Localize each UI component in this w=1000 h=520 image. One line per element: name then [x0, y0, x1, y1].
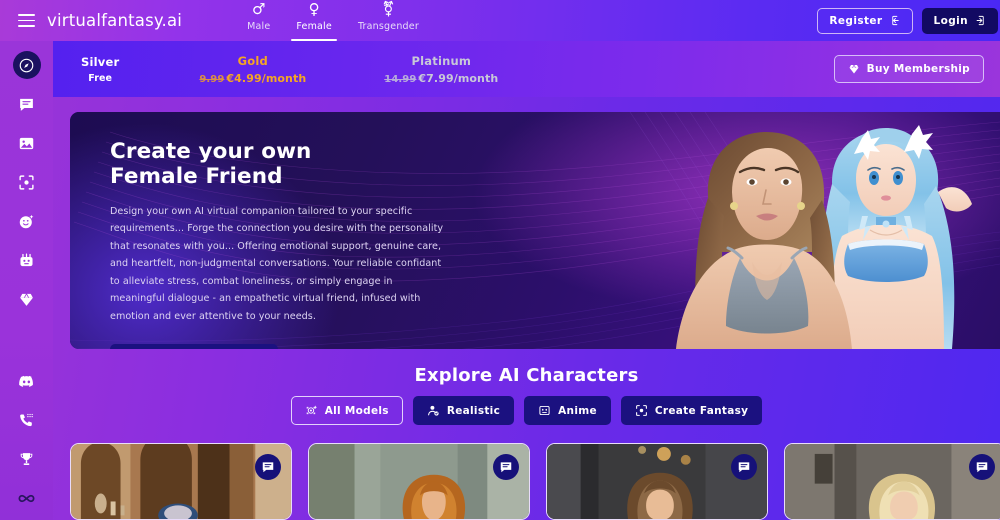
- compass-icon: [19, 58, 34, 72]
- gender-tab-female[interactable]: ♀ Female: [283, 0, 345, 41]
- pricing-tier-silver[interactable]: Silver Free: [81, 55, 119, 84]
- sidebar-item-emotions[interactable]: [13, 207, 41, 235]
- filter-anime[interactable]: Anime: [524, 396, 611, 425]
- filter-realistic[interactable]: Realistic: [412, 396, 515, 425]
- diamond-icon: [20, 292, 33, 306]
- header-actions: Register Login: [817, 7, 1000, 34]
- tier-name: Platinum: [411, 53, 472, 68]
- tier-new-price: €7.99/month: [418, 71, 499, 85]
- character-card-1[interactable]: [70, 443, 292, 520]
- sidebar-item-phone[interactable]: [13, 406, 41, 434]
- sidebar-item-infinity[interactable]: [13, 484, 41, 512]
- card-image: [71, 444, 291, 519]
- filter-label: All Models: [324, 404, 389, 417]
- scan-focus-icon: [19, 174, 34, 190]
- register-label: Register: [829, 14, 883, 27]
- character-card-3[interactable]: [546, 443, 768, 520]
- chat-bubble-icon: [262, 462, 274, 473]
- top-header: virtualfantasy.ai ♂ Male ♀ Female ⚧ Tran…: [0, 0, 1000, 41]
- sidebar-item-chat[interactable]: [13, 90, 41, 118]
- pricing-tier-gold[interactable]: Gold 9.99 €4.99/month: [199, 54, 306, 85]
- hero-character-images: [676, 125, 972, 349]
- gender-tab-male[interactable]: ♂ Male: [234, 0, 283, 41]
- card-image: [547, 444, 767, 519]
- gender-tab-label: Male: [247, 21, 271, 32]
- card-chat-button[interactable]: [255, 454, 281, 480]
- start-fantasy-button[interactable]: Start Your Fantasy: [110, 344, 279, 349]
- image-icon: [19, 137, 34, 149]
- tier-old-price: 14.99: [384, 73, 417, 85]
- phone-keypad-icon: [20, 413, 33, 426]
- brand-logo[interactable]: virtualfantasy.ai: [47, 11, 182, 30]
- pricing-tier-platinum[interactable]: Platinum 14.99 €7.99/month: [384, 54, 498, 85]
- infinity-icon: [18, 494, 35, 502]
- tier-price: Free: [88, 72, 113, 84]
- sidebar-item-premium[interactable]: [13, 285, 41, 313]
- focus-target-icon: [635, 405, 647, 416]
- anime-face-icon: [539, 405, 550, 416]
- person-check-icon: [427, 405, 439, 416]
- card-chat-button[interactable]: [493, 454, 519, 480]
- login-arrow-icon: [976, 15, 984, 26]
- card-chat-button[interactable]: [731, 454, 757, 480]
- filter-all-models[interactable]: All Models: [290, 396, 403, 425]
- tier-price: 9.99 €4.99/month: [199, 72, 306, 85]
- sidebar-item-rewards[interactable]: [13, 445, 41, 473]
- hamburger-menu-icon[interactable]: [0, 0, 53, 41]
- card-image: [309, 444, 529, 519]
- pricing-bar: Silver Free Gold 9.99 €4.99/month Platinu…: [53, 41, 1000, 97]
- explore-title: Explore AI Characters: [414, 365, 639, 386]
- hero-description: Design your own AI virtual companion tai…: [110, 205, 444, 322]
- transgender-symbol-icon: ⚧: [382, 0, 395, 18]
- female-symbol-icon: ♀: [308, 0, 320, 18]
- chat-bubble-icon: [20, 98, 33, 111]
- trophy-icon: [20, 452, 33, 465]
- login-label: Login: [933, 14, 968, 27]
- tier-old-price: 9.99: [199, 73, 225, 85]
- register-button[interactable]: Register: [817, 7, 913, 34]
- tier-new-price: €4.99/month: [226, 71, 307, 85]
- tier-name: Gold: [237, 53, 268, 68]
- sidebar-item-generate[interactable]: [13, 168, 41, 196]
- filter-label: Create Fantasy: [654, 404, 749, 417]
- chat-bubble-icon: [500, 462, 512, 473]
- sidebar-item-discord[interactable]: [13, 367, 41, 395]
- realistic-character: [676, 132, 852, 349]
- sidebar-item-explore[interactable]: [12, 51, 41, 79]
- character-card-2[interactable]: [308, 443, 530, 520]
- left-sidebar: [0, 41, 53, 520]
- hero-title: Create your own Female Friend: [110, 139, 312, 189]
- card-chat-button[interactable]: [969, 454, 995, 480]
- filter-label: Realistic: [446, 404, 501, 417]
- filter-chips: All Models Realistic Anime Create Fantas…: [53, 396, 1000, 425]
- chat-bubble-icon: [738, 462, 750, 473]
- robot-icon: [20, 252, 33, 266]
- gender-tab-label: Transgender: [357, 21, 419, 32]
- gender-tab-label: Female: [296, 21, 332, 32]
- login-button[interactable]: Login: [921, 7, 998, 34]
- hero-banner: Create your own Female Friend Design you…: [70, 112, 1000, 349]
- character-card-grid: [70, 443, 1000, 520]
- sidebar-item-gallery[interactable]: [13, 129, 41, 157]
- hero-content: Create your own Female Friend Design you…: [110, 139, 490, 349]
- buy-membership-button[interactable]: Buy Membership: [833, 55, 984, 83]
- character-card-4[interactable]: [784, 443, 1000, 520]
- card-image: [785, 444, 1000, 519]
- tier-name: Silver: [81, 54, 120, 69]
- buy-membership-label: Buy Membership: [866, 63, 970, 75]
- discord-icon: [19, 375, 33, 387]
- sidebar-item-ai-bot[interactable]: [13, 246, 41, 274]
- tier-price: 14.99 €7.99/month: [384, 72, 498, 85]
- male-symbol-icon: ♂: [251, 0, 266, 18]
- gender-tab-transgender[interactable]: ⚧ Transgender: [345, 0, 432, 41]
- filter-label: Anime: [558, 404, 597, 417]
- gender-nav: ♂ Male ♀ Female ⚧ Transgender: [234, 0, 432, 41]
- chat-bubble-icon: [976, 462, 988, 473]
- smiley-sparkle-icon: [19, 214, 34, 228]
- filter-create-fantasy[interactable]: Create Fantasy: [620, 396, 763, 425]
- enter-arrow-icon: [891, 15, 899, 26]
- diamond-icon: [849, 64, 859, 74]
- models-scan-icon: [306, 405, 317, 415]
